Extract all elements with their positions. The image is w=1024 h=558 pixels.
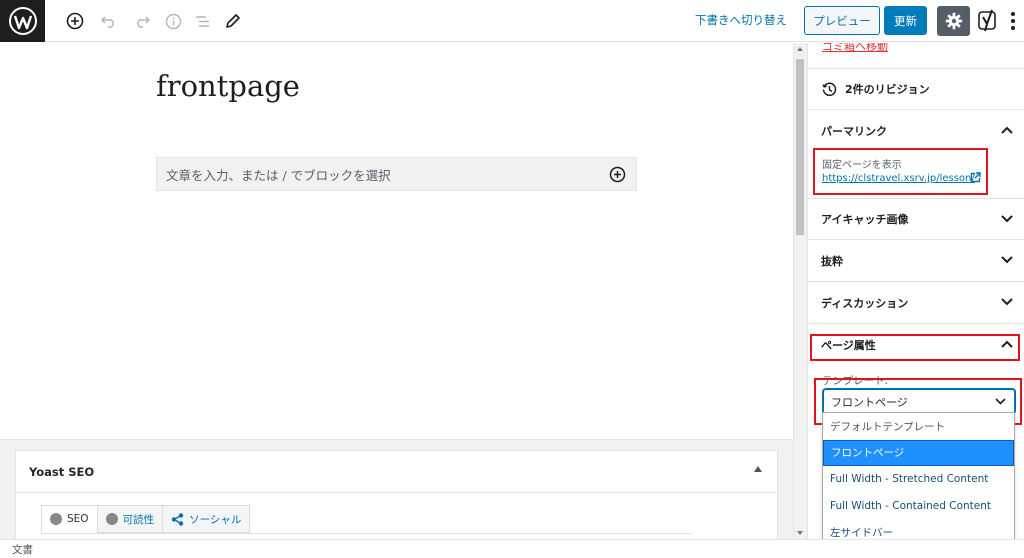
chevron-down-icon xyxy=(1001,256,1013,264)
yoast-metabox-area: Yoast SEO SEO 可読性 ソーシャル xyxy=(0,439,793,539)
post-title[interactable]: frontpage xyxy=(156,69,300,103)
panel-title: ページ属性 xyxy=(821,339,876,352)
move-to-trash-link[interactable]: ゴミ箱へ移動 xyxy=(822,43,888,54)
chevron-up-icon xyxy=(1001,340,1013,348)
template-dropdown-list: デフォルトテンプレート フロントページ Full Width - Stretch… xyxy=(822,412,1015,546)
edit-pencil-icon[interactable] xyxy=(221,9,245,33)
external-link-icon[interactable] xyxy=(970,172,981,183)
revisions-link[interactable]: 2件のリビジョン xyxy=(808,68,1024,110)
breadcrumb-document[interactable]: 文書 xyxy=(12,542,33,557)
divider xyxy=(16,492,777,493)
add-block-icon[interactable] xyxy=(63,9,87,33)
panel-featured-image[interactable]: アイキャッチ画像 xyxy=(808,198,1024,240)
tab-social[interactable]: ソーシャル xyxy=(162,505,251,533)
block-appender[interactable]: 文章を入力、または / でブロックを選択 xyxy=(156,157,637,191)
permalink-label: 固定ページを表示 xyxy=(822,160,902,171)
editor-toolbar: 下書きへ切り替え プレビュー 更新 xyxy=(0,0,1024,42)
panel-title: ディスカッション xyxy=(821,296,909,310)
yoast-metabox-title: Yoast SEO xyxy=(29,465,95,479)
inserter-plus-icon[interactable] xyxy=(609,166,626,187)
tab-seo[interactable]: SEO xyxy=(41,505,98,533)
permalink-url-link[interactable]: https://clstravel.xsrv.jp/lesson/ xyxy=(822,173,975,184)
template-option[interactable]: Full Width - Contained Content xyxy=(823,493,1014,520)
scrollbar-thumb[interactable] xyxy=(796,59,804,235)
tab-label: SEO xyxy=(67,513,89,525)
editor-scrollbar[interactable] xyxy=(793,43,807,539)
template-option[interactable]: Full Width - Stretched Content xyxy=(823,466,1014,493)
tab-readability[interactable]: 可読性 xyxy=(96,505,164,533)
panel-permalink-header[interactable]: パーマリンク xyxy=(808,110,1024,152)
tab-label: ソーシャル xyxy=(189,513,242,526)
collapse-arrow-icon[interactable] xyxy=(754,466,762,472)
block-navigation-icon[interactable] xyxy=(191,9,215,33)
panel-title: アイキャッチ画像 xyxy=(821,213,909,226)
panel-page-attributes[interactable]: ページ属性 xyxy=(808,324,1024,366)
panel-title: 抜粋 xyxy=(821,254,843,268)
template-label: テンプレート: xyxy=(822,375,889,387)
undo-icon[interactable] xyxy=(97,9,121,33)
chevron-down-icon xyxy=(995,398,1006,405)
chevron-down-icon xyxy=(1001,298,1013,306)
scroll-down-arrow-icon[interactable] xyxy=(797,531,803,535)
share-icon xyxy=(171,512,184,526)
settings-gear-button[interactable] xyxy=(937,6,970,36)
tab-label: 可読性 xyxy=(122,513,155,526)
yoast-seo-metabox: Yoast SEO SEO 可読性 ソーシャル xyxy=(15,450,778,539)
panel-discussion[interactable]: ディスカッション xyxy=(808,282,1024,324)
seo-score-circle-icon xyxy=(50,513,62,525)
revisions-label: 2件のリビジョン xyxy=(845,83,930,96)
info-icon[interactable] xyxy=(161,9,185,33)
chevron-down-icon xyxy=(1001,215,1013,223)
gear-icon xyxy=(945,12,962,30)
history-clock-icon xyxy=(822,82,837,96)
divider xyxy=(41,533,691,534)
yoast-tabs: SEO 可読性 ソーシャル xyxy=(41,505,251,533)
redo-icon[interactable] xyxy=(130,9,154,33)
panel-excerpt[interactable]: 抜粋 xyxy=(808,240,1024,282)
scroll-up-arrow-icon[interactable] xyxy=(797,47,803,51)
readability-score-circle-icon xyxy=(105,513,118,525)
preview-button[interactable]: プレビュー xyxy=(804,6,880,35)
wordpress-logo-icon[interactable] xyxy=(0,0,45,42)
appender-placeholder: 文章を入力、または / でブロックを選択 xyxy=(166,167,391,183)
chevron-up-icon xyxy=(1001,126,1013,134)
template-select[interactable]: フロントページ xyxy=(823,389,1015,414)
yoast-seo-icon[interactable] xyxy=(977,8,999,34)
template-option-selected[interactable]: フロントページ xyxy=(823,439,1014,467)
update-button[interactable]: 更新 xyxy=(884,6,927,35)
template-selected-value: フロントページ xyxy=(831,395,908,409)
template-option[interactable]: デフォルトテンプレート xyxy=(823,413,1014,440)
block-breadcrumb-bar: 文書 xyxy=(0,539,1024,558)
more-options-icon[interactable] xyxy=(1006,10,1020,32)
editor-canvas: frontpage 文章を入力、または / でブロックを選択 Yoast SEO… xyxy=(0,43,793,539)
switch-to-draft-link[interactable]: 下書きへ切り替え xyxy=(695,12,787,28)
panel-title: パーマリンク xyxy=(821,125,887,138)
